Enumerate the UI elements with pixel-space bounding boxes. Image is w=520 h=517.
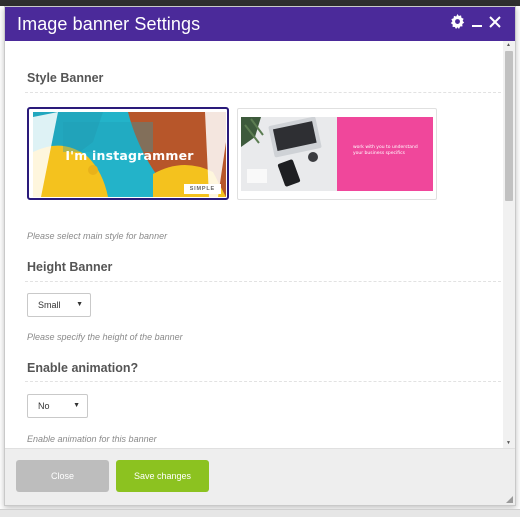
- chevron-down-icon: ▼: [73, 402, 80, 409]
- chevron-down-icon: ▼: [76, 301, 83, 308]
- style-option-split[interactable]: work with you to understand your busines…: [237, 108, 437, 200]
- scrollbar-thumb[interactable]: [505, 51, 513, 201]
- simple-style-tag: SIMPLE: [183, 184, 221, 194]
- dialog-title: Image banner Settings: [17, 13, 201, 34]
- resize-handle-icon[interactable]: [506, 496, 513, 503]
- animation-select[interactable]: No ▼: [27, 394, 88, 418]
- save-changes-button[interactable]: Save changes: [116, 460, 209, 492]
- section-divider: [25, 381, 501, 382]
- dialog-titlebar[interactable]: Image banner Settings: [5, 7, 515, 41]
- style-banner-heading: Style Banner: [27, 71, 104, 85]
- split-banner-text: work with you to understand your busines…: [353, 145, 418, 156]
- titlebar-controls: [450, 14, 501, 29]
- height-select-value: Small: [38, 300, 61, 310]
- height-banner-heading: Height Banner: [27, 260, 113, 274]
- dialog-footer: Close Save changes: [5, 448, 515, 505]
- simple-banner-thumbnail: I'm instagrammer SIMPLE: [33, 112, 226, 197]
- animation-hint: Enable animation for this banner: [27, 434, 157, 444]
- close-button[interactable]: Close: [16, 460, 109, 492]
- simple-banner-text: I'm instagrammer: [65, 148, 194, 163]
- section-divider: [25, 281, 501, 282]
- scroll-up-icon[interactable]: ▲: [506, 42, 511, 48]
- split-banner-thumbnail: work with you to understand your busines…: [241, 117, 433, 191]
- animation-select-value: No: [38, 401, 50, 411]
- dialog-body: Style Banner I'm instagrammer SIMPLE wor…: [5, 41, 503, 448]
- height-banner-hint: Please specify the height of the banner: [27, 332, 183, 342]
- section-divider: [25, 92, 501, 93]
- close-icon[interactable]: [489, 15, 501, 28]
- minimize-icon[interactable]: [471, 15, 483, 29]
- gear-icon[interactable]: [450, 14, 465, 29]
- style-option-simple[interactable]: I'm instagrammer SIMPLE: [27, 107, 229, 200]
- height-select[interactable]: Small ▼: [27, 293, 91, 317]
- vertical-scrollbar[interactable]: ▲ ▼: [503, 41, 515, 448]
- scroll-down-icon[interactable]: ▼: [506, 440, 511, 446]
- style-banner-hint: Please select main style for banner: [27, 231, 168, 241]
- settings-dialog: Image banner Settings Style Banner I'm i…: [4, 6, 516, 506]
- animation-heading: Enable animation?: [27, 361, 139, 375]
